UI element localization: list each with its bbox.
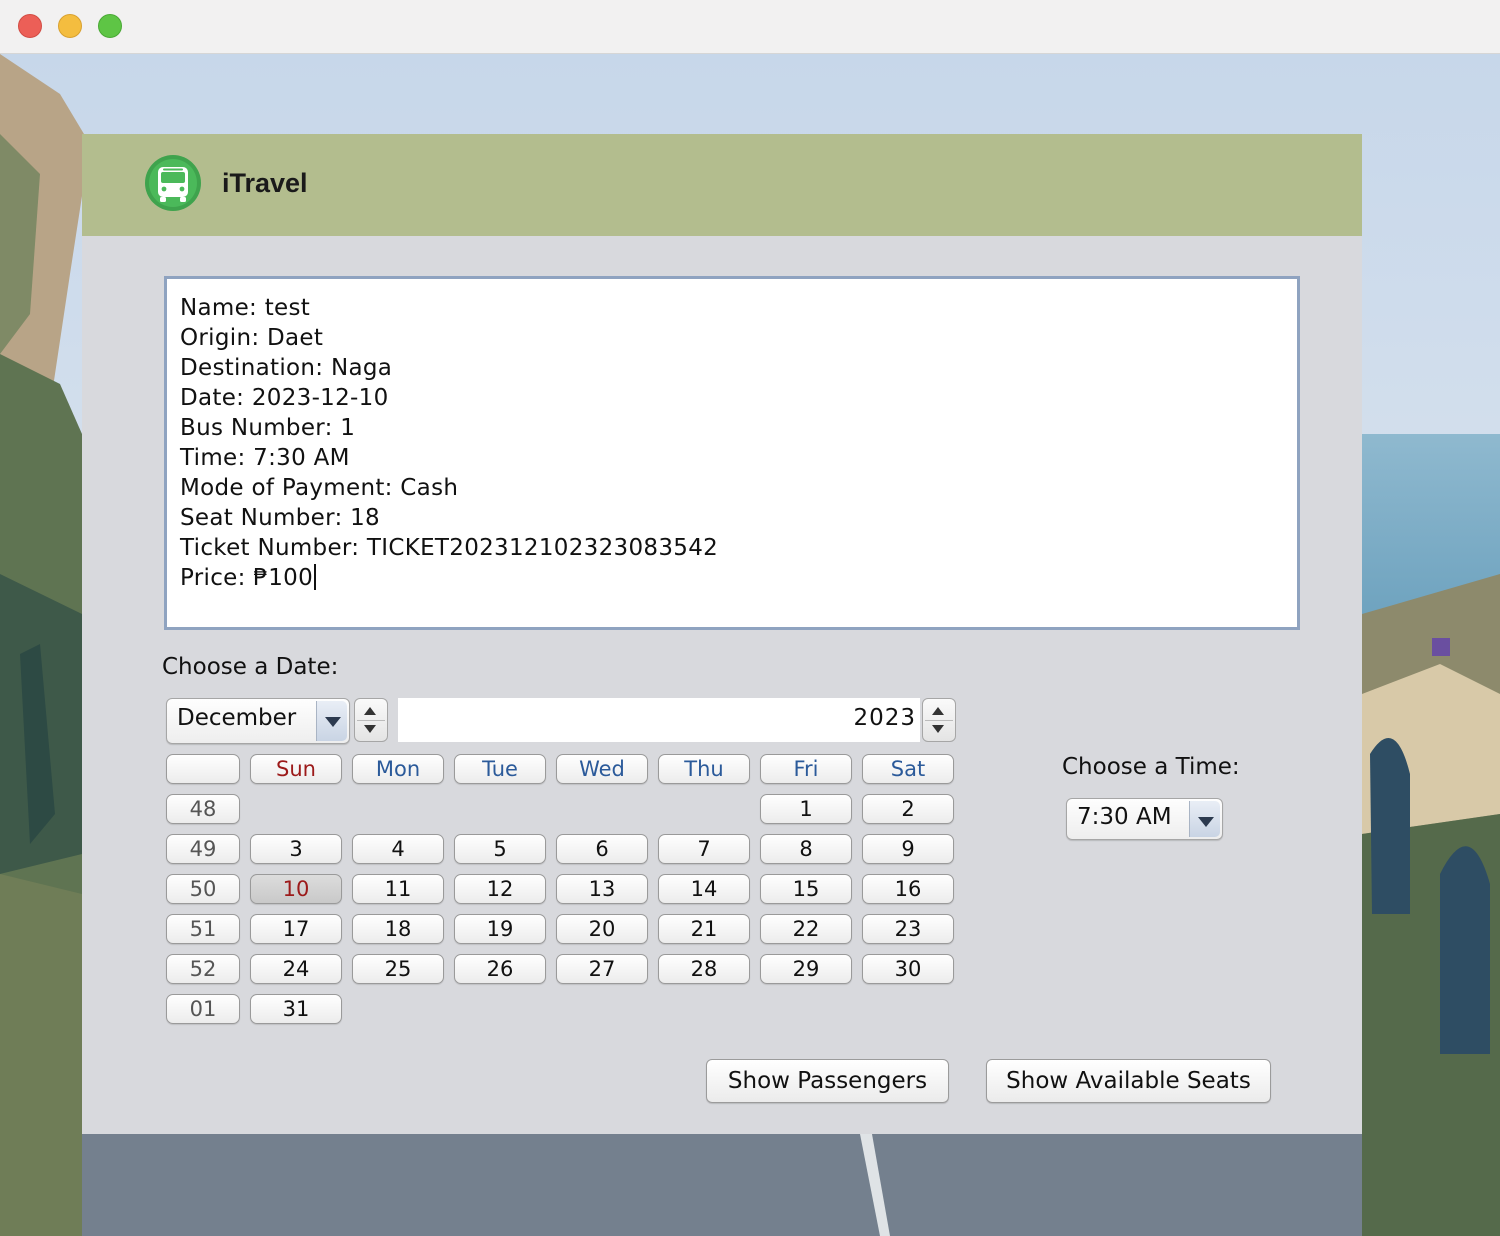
day-button[interactable]: 5 [454,834,546,864]
day-button[interactable]: 21 [658,914,750,944]
day-button[interactable]: 8 [760,834,852,864]
app-title: iTravel [222,168,308,198]
day-button-selected[interactable]: 10 [250,874,342,904]
show-passengers-button[interactable]: Show Passengers [706,1059,949,1103]
month-value: December [177,705,297,731]
ticket-date-line: Date: 2023-12-10 [180,385,389,411]
month-spinner[interactable] [354,698,388,742]
week-number: 01 [166,994,240,1024]
choose-time-label: Choose a Time: [1062,754,1240,780]
day-button[interactable]: 16 [862,874,954,904]
weekday-header-wed: Wed [556,754,648,784]
week-number: 49 [166,834,240,864]
month-combobox[interactable]: December [166,698,350,744]
day-button[interactable]: 20 [556,914,648,944]
ticket-number-line: Ticket Number: TICKET20231210232308354​2 [180,535,719,561]
ticket-bus-number-line: Bus Number: 1 [180,415,356,441]
app-header: iTravel [82,134,1362,236]
close-window-button[interactable] [18,14,42,38]
week-header-corner [166,754,240,784]
ticket-payment-line: Mode of Payment: Cash [180,475,459,501]
day-button[interactable]: 25 [352,954,444,984]
week-number: 48 [166,794,240,824]
day-button[interactable]: 19 [454,914,546,944]
window-titlebar [0,0,1500,54]
ticket-seat-line: Seat Number: 18 [180,505,380,531]
day-button[interactable]: 3 [250,834,342,864]
text-caret [314,564,317,590]
year-spinner[interactable] [922,698,956,742]
time-value: 7:30 AM [1077,804,1172,830]
day-button[interactable]: 29 [760,954,852,984]
day-button[interactable]: 24 [250,954,342,984]
day-button[interactable]: 2 [862,794,954,824]
week-number: 52 [166,954,240,984]
day-button[interactable]: 22 [760,914,852,944]
ticket-details-textarea[interactable]: Name: test Origin: Daet Destination: Nag… [164,276,1300,630]
day-button[interactable]: 27 [556,954,648,984]
day-button[interactable]: 4 [352,834,444,864]
day-button[interactable]: 12 [454,874,546,904]
day-button[interactable]: 23 [862,914,954,944]
ticket-origin-line: Origin: Daet [180,325,324,351]
bus-icon [143,155,203,211]
day-button[interactable]: 17 [250,914,342,944]
day-button[interactable]: 18 [352,914,444,944]
ticket-name-line: Name: test [180,295,311,321]
day-button[interactable]: 13 [556,874,648,904]
week-number: 51 [166,914,240,944]
ticket-destination-line: Destination: Naga [180,355,393,381]
choose-date-label: Choose a Date: [162,654,339,680]
weekday-header-tue: Tue [454,754,546,784]
weekday-header-mon: Mon [352,754,444,784]
day-button[interactable]: 1 [760,794,852,824]
day-button[interactable]: 6 [556,834,648,864]
day-button[interactable]: 26 [454,954,546,984]
chevron-down-icon[interactable] [1189,801,1220,837]
year-field[interactable]: 2023 [398,698,920,742]
ticket-price-text: Price: ₱100 [180,565,314,591]
show-available-seats-button[interactable]: Show Available Seats [986,1059,1271,1103]
ticket-time-line: Time: 7:30 AM [180,445,350,471]
week-number: 50 [166,874,240,904]
zoom-window-button[interactable] [98,14,122,38]
year-value: 2023 [853,705,916,731]
ticket-price-line: Price: ₱100 [180,563,1297,593]
minimize-window-button[interactable] [58,14,82,38]
day-button[interactable]: 9 [862,834,954,864]
day-button[interactable]: 14 [658,874,750,904]
chevron-down-icon[interactable] [316,701,347,741]
weekday-header-sat: Sat [862,754,954,784]
day-button[interactable]: 31 [250,994,342,1024]
weekday-header-fri: Fri [760,754,852,784]
day-button[interactable]: 30 [862,954,954,984]
day-button[interactable]: 28 [658,954,750,984]
day-button[interactable]: 15 [760,874,852,904]
time-combobox[interactable]: 7:30 AM [1066,798,1223,840]
itravel-app-panel: iTravel Name: test Origin: Daet Destinat… [82,134,1362,1134]
weekday-header-sun: Sun [250,754,342,784]
day-button[interactable]: 11 [352,874,444,904]
weekday-header-thu: Thu [658,754,750,784]
day-button[interactable]: 7 [658,834,750,864]
